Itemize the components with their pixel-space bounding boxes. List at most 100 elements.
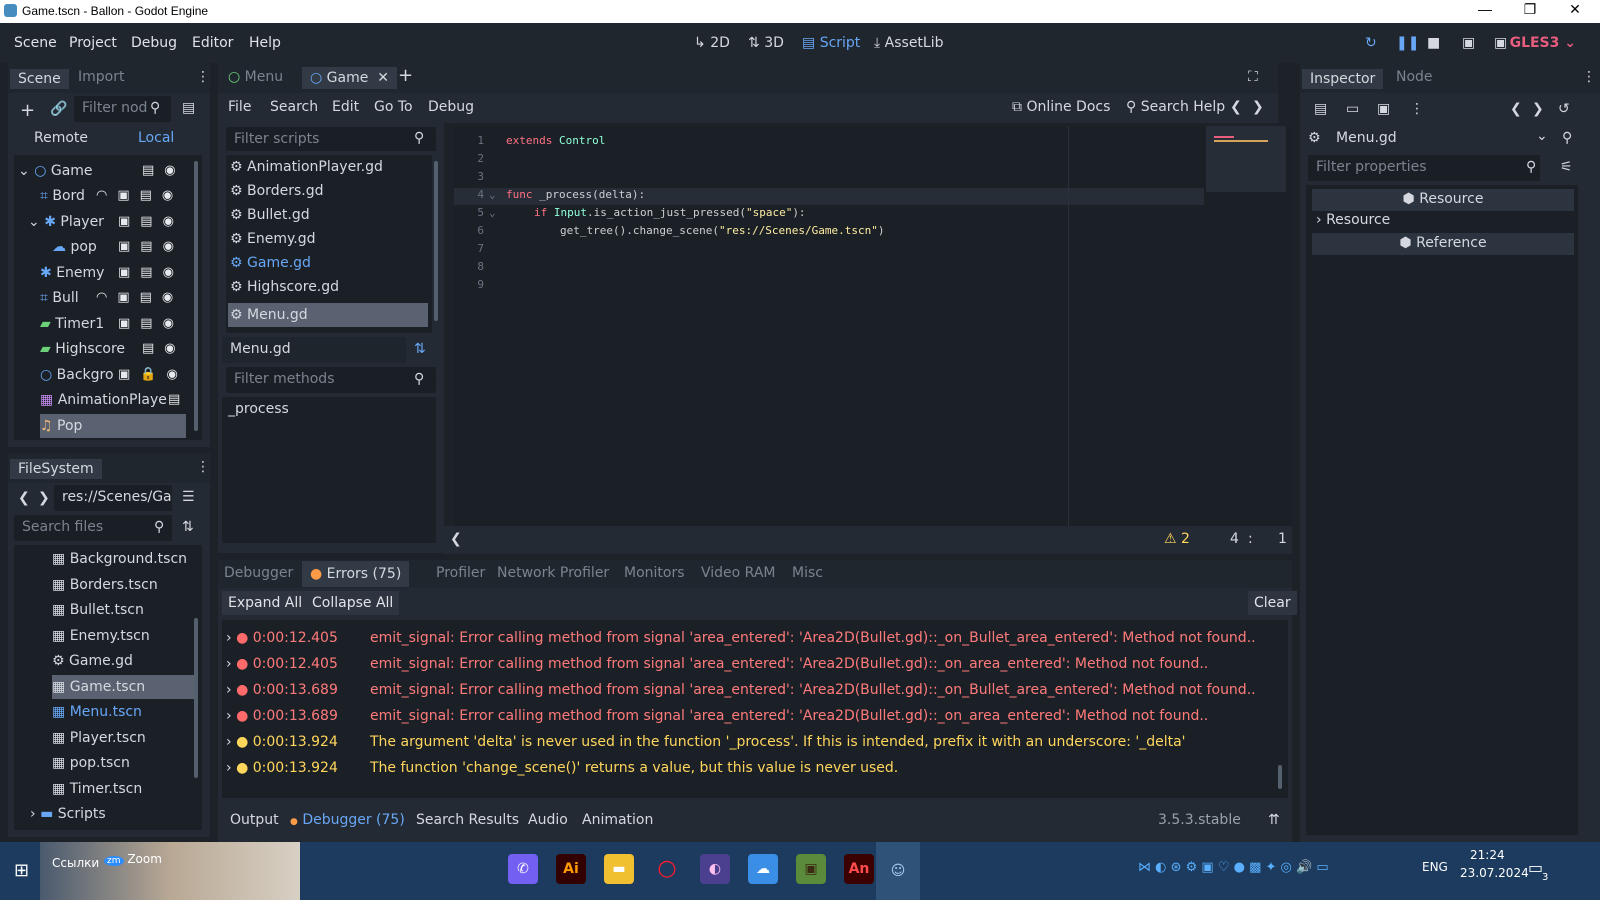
mode-assetlib-button[interactable]: ⤓ AssetLib [874,35,944,51]
links-label[interactable]: Ссылки [52,856,99,870]
tree-node-timer1[interactable]: ▰ Timer1 [40,316,104,332]
animate-icon[interactable]: An [844,854,874,884]
menu-help[interactable]: Help [249,35,281,51]
forward-icon[interactable]: ❯ [1532,101,1544,117]
tree-node-animationplayer[interactable]: ▦ AnimationPlaye [40,392,167,408]
expand-panel-icon[interactable]: ⇈ [1268,812,1280,828]
windows-start-icon[interactable]: ⊞ [14,860,29,881]
tab-filesystem[interactable]: FileSystem [10,459,102,479]
new-resource-icon[interactable]: ▤ [1314,101,1327,117]
tab-errors[interactable]: ● Errors (75) [302,561,410,587]
path-input[interactable]: res://Scenes/Ga [54,485,172,511]
tab-video-ram[interactable]: Video RAM [701,565,776,581]
file-item[interactable]: ▦ Timer.tscn [52,781,142,797]
inspected-object[interactable]: Menu.gd [1336,130,1397,146]
history-icon[interactable]: ↺ [1558,101,1570,117]
script-menu-edit[interactable]: Edit [332,99,359,115]
minecraft-icon[interactable]: ▣ [796,854,826,884]
scene-tree-scrollbar[interactable] [194,161,198,431]
tree-node-bord[interactable]: ⌗ Bord [40,188,85,204]
back-icon[interactable]: ❮ [1230,99,1242,115]
back-icon[interactable]: ❮ [18,490,30,506]
save-icon[interactable]: ▣ [1377,101,1390,117]
menu-project[interactable]: Project [69,35,117,51]
script-menu-search[interactable]: Search [270,99,318,115]
script-item[interactable]: ⚙ Game.gd [230,255,311,271]
script-item[interactable]: ⚙ Enemy.gd [230,231,316,247]
clock-date[interactable]: 23.07.2024 [1460,866,1529,880]
file-item[interactable]: ▦ Bullet.tscn [52,602,144,618]
menu-scene[interactable]: Scene [14,35,57,51]
search-files-input[interactable]: Search files [14,515,172,541]
local-tab[interactable]: Local [138,130,174,146]
back-icon[interactable]: ❮ [1510,101,1522,117]
resource-property-group[interactable]: › Resource [1316,212,1390,228]
mode-3d-button[interactable]: ⇅ 3D [748,35,784,51]
stop-icon[interactable]: ■ [1427,35,1440,51]
menu-editor[interactable]: Editor [192,35,233,51]
notification-icon[interactable]: ▭ [1528,858,1543,877]
remote-tab[interactable]: Remote [34,130,88,146]
tab-menu-scene[interactable]: ○ Menu [228,69,283,85]
play-custom-scene-icon[interactable]: ▣ [1494,35,1507,51]
new-tab-icon[interactable]: + [398,65,413,86]
method-item[interactable]: _process [228,401,289,417]
filter-properties-input[interactable]: Filter properties [1308,155,1540,181]
file-item[interactable]: ▦ Game.tscn [52,679,145,695]
sort-methods-icon[interactable]: ⇅ [414,341,426,357]
close-window-button[interactable]: ✕ [1555,1,1595,21]
tab-debugger[interactable]: Debugger [224,565,293,581]
expand-all-button[interactable]: Expand All [222,591,309,615]
renderer-select[interactable]: GLES3 ⌄ [1510,35,1576,51]
tab-profiler[interactable]: Profiler [436,565,485,581]
clock-time[interactable]: 21:24 [1470,848,1505,862]
attach-script-icon[interactable]: ▤ [182,100,195,116]
collapse-left-icon[interactable]: ❮ [450,531,462,547]
code-editor[interactable]: 1 2 3 4 5 6 7 8 9 ⌄ ⌄ extends Control fu… [454,126,1292,526]
folder-item[interactable]: › ▬ Scripts [30,806,106,822]
filter-methods-input[interactable]: Filter methods [226,367,436,393]
script-menu-file[interactable]: File [228,99,251,115]
tray-icons[interactable]: ⋈ ◐ ⊛ ⚙ ▣ ♡ ● ▩ ✦ ◎ 🔊 ▭ [1138,860,1329,875]
kebab-icon[interactable]: ⋮ [196,69,210,85]
script-item[interactable]: ⚙ Borders.gd [230,183,323,199]
filter-scripts-input[interactable]: Filter scripts [226,127,436,151]
app-icon[interactable]: ◐ [700,854,730,884]
fullscreen-icon[interactable]: ⛶ [1248,69,1258,85]
file-item[interactable]: ▦ Background.tscn [52,551,187,567]
kebab-icon[interactable]: ⋮ [1582,69,1596,85]
file-item[interactable]: ▦ Menu.tscn [52,704,142,720]
viber-icon[interactable]: ✆ [508,854,538,884]
error-row[interactable]: › ● 0:00:12.405 [226,656,338,672]
kebab-icon[interactable]: ⋮ [196,459,210,475]
collapse-all-button[interactable]: Collapse All [306,591,400,615]
error-row[interactable]: › ● 0:00:13.689 [226,708,338,724]
list-view-icon[interactable]: ☰ [182,489,195,505]
maximize-button[interactable]: ❐ [1510,1,1550,21]
bottom-tab-debugger[interactable]: ● Debugger (75) [290,812,405,828]
tree-node-game[interactable]: ⌄ ○ Game [18,163,93,179]
fold-icon[interactable]: ⌄ [489,206,496,219]
clear-button[interactable]: Clear [1248,591,1297,615]
minimize-button[interactable]: — [1465,1,1505,21]
file-tree-scrollbar[interactable] [194,618,198,778]
bottom-tab-audio[interactable]: Audio [528,812,568,828]
sort-icon[interactable]: ⇅ [182,519,194,535]
tab-scene[interactable]: Scene [10,69,69,89]
tab-network-profiler[interactable]: Network Profiler [497,565,609,581]
play-button[interactable]: ↻ [1365,35,1377,51]
menu-debug[interactable]: Debug [131,35,177,51]
file-item[interactable]: ▦ Enemy.tscn [52,628,150,644]
pause-icon[interactable]: ❚❚ [1396,35,1419,51]
property-tools-icon[interactable]: ⚟ [1560,159,1573,175]
error-row[interactable]: › ● 0:00:13.689 [226,682,338,698]
script-menu-goto[interactable]: Go To [374,99,413,115]
tab-monitors[interactable]: Monitors [624,565,685,581]
file-item[interactable]: ⚙ Game.gd [52,653,133,669]
tab-node[interactable]: Node [1396,69,1433,85]
tab-game-scene[interactable]: ○ Game ✕ [302,67,397,89]
script-item[interactable]: ⚙ Bullet.gd [230,207,310,223]
tree-node-background[interactable]: ○ Backgro [40,367,114,383]
chevron-down-icon[interactable]: ⌄ [1536,128,1548,144]
forward-icon[interactable]: ❯ [38,490,50,506]
